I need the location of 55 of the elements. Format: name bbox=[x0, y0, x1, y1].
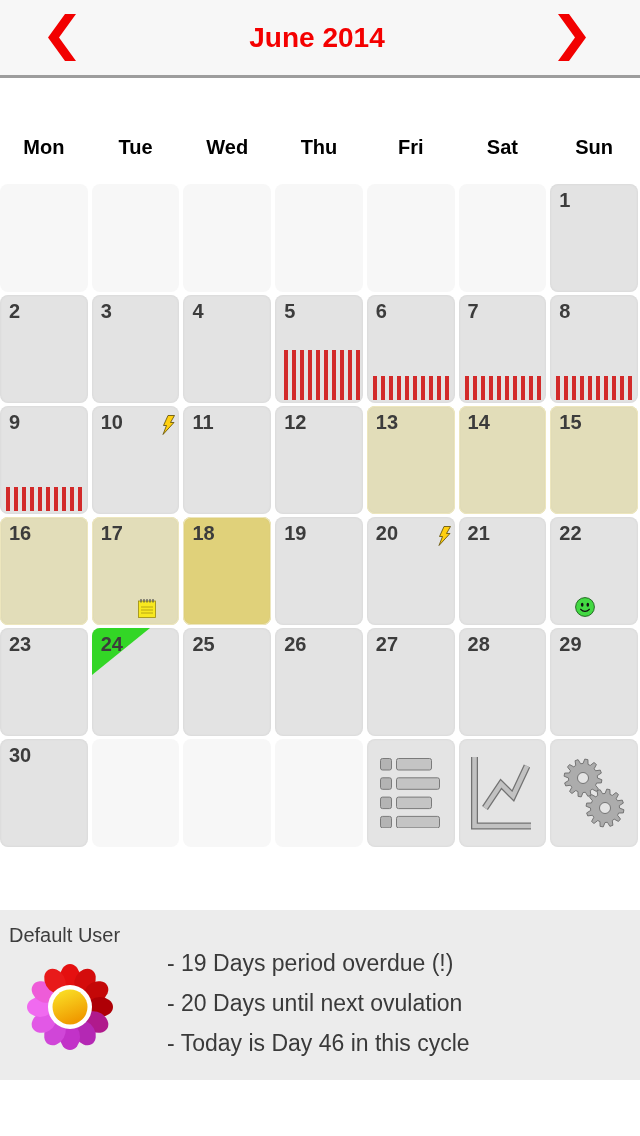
day-cell[interactable]: 7 bbox=[458, 295, 547, 403]
day-cell[interactable]: 18 bbox=[183, 517, 272, 625]
day-cell[interactable]: 30 bbox=[0, 739, 88, 847]
day-cell[interactable]: 13 bbox=[366, 406, 455, 514]
weekday-label: Thu bbox=[300, 135, 338, 159]
day-cell[interactable]: 16 bbox=[0, 517, 88, 625]
day-cell[interactable]: 28 bbox=[458, 628, 547, 736]
day-cell[interactable]: 15 bbox=[550, 406, 638, 514]
weekday-label: Sat bbox=[486, 135, 518, 159]
day-cell[interactable]: 21 bbox=[458, 517, 547, 625]
weekday-label: Wed bbox=[206, 135, 249, 159]
notepad-icon bbox=[137, 599, 156, 618]
day-cell[interactable]: 6 bbox=[366, 295, 455, 403]
list-button[interactable] bbox=[366, 739, 455, 847]
summary-line: - Today is Day 46 in this cycle bbox=[167, 1029, 470, 1058]
day-cell[interactable]: 23 bbox=[0, 628, 88, 736]
day-cell[interactable]: 4 bbox=[183, 295, 272, 403]
line-chart-icon bbox=[471, 756, 534, 830]
day-cell[interactable]: 5 bbox=[275, 295, 363, 403]
day-cell[interactable]: 3 bbox=[91, 295, 180, 403]
day-cell[interactable]: 10 bbox=[91, 406, 180, 514]
day-cell[interactable]: 9 bbox=[0, 406, 88, 514]
day-cell[interactable]: 20 bbox=[366, 517, 455, 625]
day-cell[interactable]: 14 bbox=[458, 406, 547, 514]
day-cell[interactable]: 2 bbox=[0, 295, 88, 403]
weekday-label: Mon bbox=[23, 135, 65, 159]
day-cell[interactable]: 17 bbox=[91, 517, 180, 625]
smiley-icon bbox=[575, 597, 596, 617]
day-cell[interactable]: 12 bbox=[275, 406, 363, 514]
day-cell[interactable]: 27 bbox=[366, 628, 455, 736]
chevron-left-icon bbox=[48, 14, 76, 61]
weekday-label: Tue bbox=[118, 135, 153, 159]
chart-button[interactable] bbox=[458, 739, 547, 847]
user-name: Default User bbox=[9, 924, 121, 946]
day-cell[interactable]: 29 bbox=[550, 628, 638, 736]
month-title: June 2014 bbox=[249, 21, 385, 54]
lightning-icon bbox=[436, 526, 451, 546]
gears-icon bbox=[563, 758, 626, 828]
summary-line: - 19 Days period overdue (!) bbox=[167, 949, 454, 978]
flower-icon bbox=[27, 964, 113, 1050]
day-cell[interactable]: 8 bbox=[550, 295, 638, 403]
weekday-label: Sun bbox=[575, 135, 614, 159]
day-cell[interactable]: 19 bbox=[275, 517, 363, 625]
settings-button[interactable] bbox=[550, 739, 638, 847]
day-cell[interactable]: 26 bbox=[275, 628, 363, 736]
day-cell[interactable]: 22 bbox=[550, 517, 638, 625]
summary-line: - 20 Days until next ovulation bbox=[167, 989, 463, 1018]
day-cell[interactable]: 1 bbox=[550, 184, 638, 292]
day-cell[interactable]: 25 bbox=[183, 628, 272, 736]
list-icon bbox=[380, 758, 442, 828]
day-cell[interactable]: 24 bbox=[91, 628, 180, 736]
day-cell[interactable]: 11 bbox=[183, 406, 272, 514]
weekday-label: Fri bbox=[397, 135, 424, 159]
lightning-icon bbox=[161, 415, 176, 435]
chevron-right-icon bbox=[558, 14, 586, 61]
